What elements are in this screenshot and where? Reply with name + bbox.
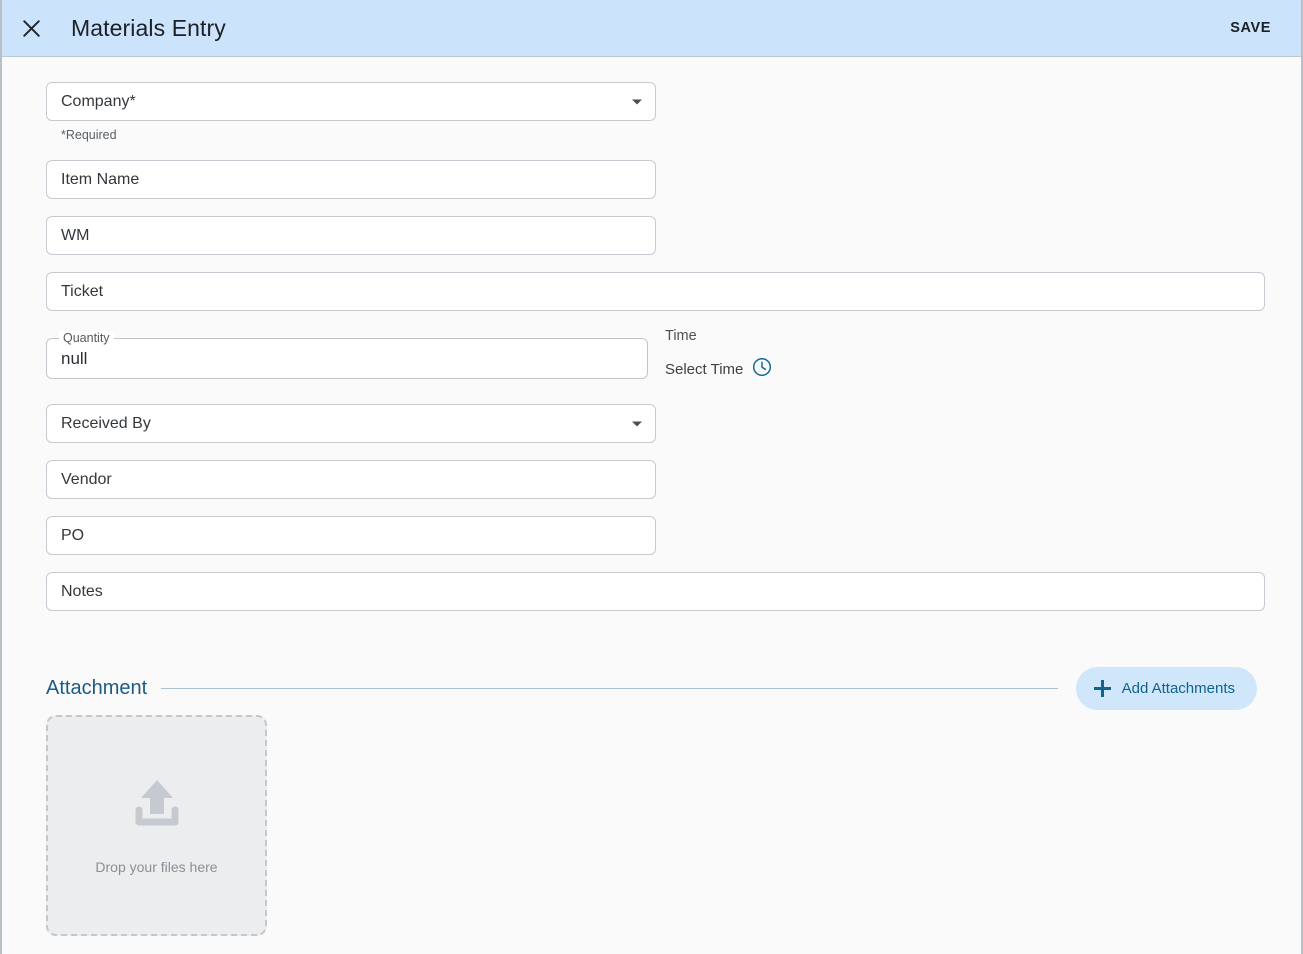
file-dropzone[interactable]: Drop your files here <box>46 715 267 936</box>
clock-icon[interactable] <box>752 357 772 382</box>
materials-entry-form: Company* *Required Item Name WM Ticket Q… <box>2 57 1301 954</box>
notes-input[interactable]: Notes <box>46 572 1265 611</box>
chevron-down-icon <box>632 421 642 426</box>
company-select[interactable]: Company* <box>46 82 656 121</box>
ticket-input[interactable]: Ticket <box>46 272 1265 311</box>
close-icon[interactable] <box>14 11 48 45</box>
wm-label: WM <box>61 226 90 244</box>
quantity-input[interactable]: Quantity null <box>46 331 648 379</box>
materials-entry-dialog: Materials Entry SAVE Company* *Required … <box>0 0 1303 954</box>
dialog-titlebar: Materials Entry SAVE <box>2 0 1301 57</box>
vendor-input[interactable]: Vendor <box>46 460 656 499</box>
po-label: PO <box>61 526 85 544</box>
add-attachments-label: Add Attachments <box>1121 680 1235 697</box>
ticket-label: Ticket <box>61 282 104 300</box>
time-label: Time <box>665 328 697 344</box>
received-by-select[interactable]: Received By <box>46 404 656 443</box>
save-button[interactable]: SAVE <box>1222 14 1279 42</box>
select-time-label: Select Time <box>665 361 744 378</box>
attachment-section-header: Attachment Add Attachments <box>46 667 1257 710</box>
company-required-helper: *Required <box>61 128 117 142</box>
plus-icon <box>1093 680 1111 697</box>
vendor-label: Vendor <box>61 470 112 488</box>
item-name-label: Item Name <box>61 170 140 188</box>
dropzone-text: Drop your files here <box>95 859 218 875</box>
upload-icon <box>127 776 187 837</box>
quantity-legend: Quantity <box>59 331 114 345</box>
attachment-divider <box>161 688 1058 689</box>
add-attachments-button[interactable]: Add Attachments <box>1075 667 1257 710</box>
wm-input[interactable]: WM <box>46 216 656 255</box>
chevron-down-icon <box>632 99 642 104</box>
notes-label: Notes <box>61 582 103 600</box>
company-select-label: Company* <box>61 92 136 110</box>
po-input[interactable]: PO <box>46 516 656 555</box>
attachment-section-title: Attachment <box>46 677 148 699</box>
page-title: Materials Entry <box>71 14 226 41</box>
received-by-label: Received By <box>61 414 151 432</box>
select-time-button[interactable]: Select Time <box>665 357 772 382</box>
item-name-input[interactable]: Item Name <box>46 160 656 199</box>
quantity-value: null <box>61 348 88 368</box>
